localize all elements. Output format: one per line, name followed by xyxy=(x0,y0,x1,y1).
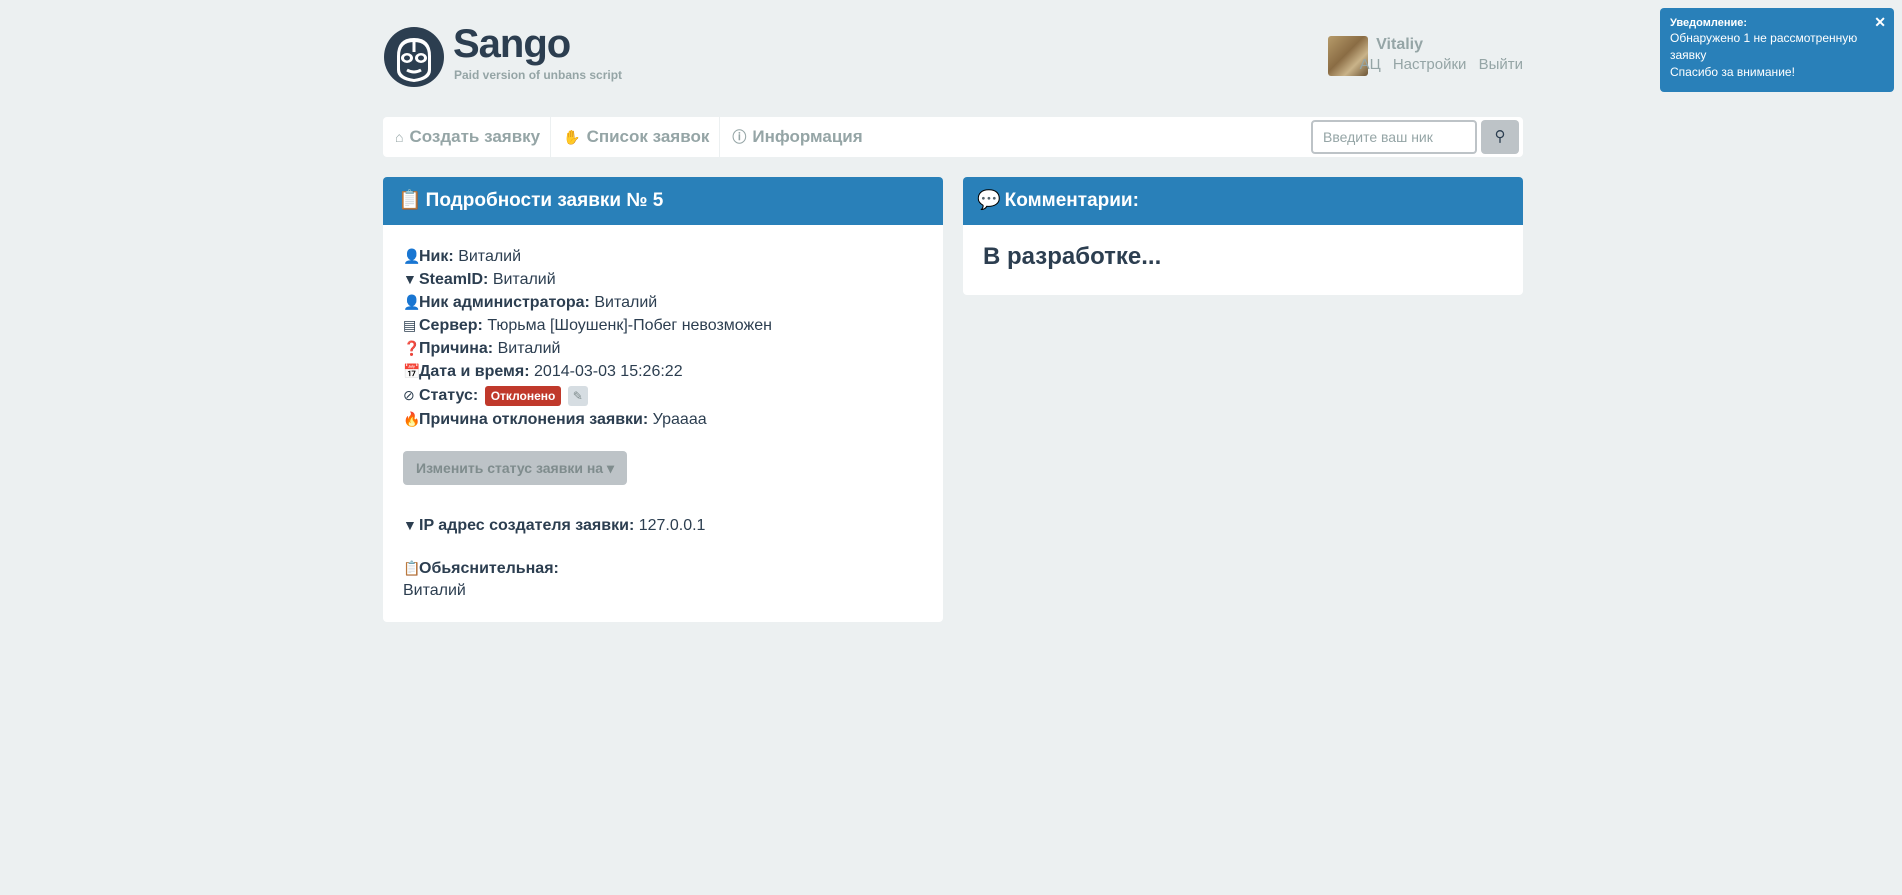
steamid-row: ▼ SteamID: Виталий xyxy=(403,268,923,291)
ip-value: 127.0.0.1 xyxy=(638,517,706,534)
server-icon: ▤ xyxy=(403,317,417,333)
search-button[interactable]: ⚲ xyxy=(1481,120,1519,154)
user-icon: 👤 xyxy=(403,248,421,264)
edit-status-button[interactable]: ✎ xyxy=(567,385,588,406)
request-details-body: 👤Ник: Виталий ▼ SteamID: Виталий 👤Ник адм… xyxy=(383,225,943,622)
nav-request-list-label: Список заявок xyxy=(586,127,710,146)
reject-reason-value: Урaaaa xyxy=(652,411,707,428)
reason-value: Виталий xyxy=(497,340,561,357)
username[interactable]: Vitaliy xyxy=(1376,36,1423,54)
filter-icon: ▼ xyxy=(403,271,417,287)
server-value: Тюрьма [Шоушенк]-Побег невозможен xyxy=(487,317,772,334)
admin-row: 👤Ник администратора: Виталий xyxy=(403,291,923,314)
admin-label: Ник администратора: xyxy=(419,294,590,311)
search-icon: ⚲ xyxy=(1494,128,1506,145)
settings-link[interactable]: Настройки xyxy=(1393,56,1467,73)
luchador-mask-logo-icon[interactable] xyxy=(383,26,445,88)
notification-thanks: Спасибо за внимание! xyxy=(1670,65,1795,79)
ip-row: ▼ IP адрес создателя заявки: 127.0.0.1 xyxy=(403,514,923,537)
status-label: Статус: xyxy=(419,387,479,404)
notification-message: Обнаружено 1 не рассмотренную заявку xyxy=(1670,31,1858,62)
nav-information-label: Информация xyxy=(752,127,863,146)
question-icon: ❓ xyxy=(403,340,421,356)
steamid-label: SteamID: xyxy=(419,271,489,288)
hand-icon: ✋ xyxy=(563,129,581,145)
change-status-dropdown[interactable]: Изменить статус заявки на ▾ xyxy=(403,451,627,485)
nick-row: 👤Ник: Виталий xyxy=(403,245,923,268)
nav-create-request[interactable]: ⌂ Создать заявку xyxy=(383,117,552,157)
admin-center-link[interactable]: АЦ xyxy=(1360,56,1381,73)
brand-name[interactable]: Sango xyxy=(453,22,571,67)
comment-icon: 💬 xyxy=(977,190,1001,211)
server-label: Сервер: xyxy=(419,317,483,334)
close-icon[interactable]: ✕ xyxy=(1874,14,1886,31)
notification-toast: ✕ Уведомление: Обнаружено 1 не рассмотре… xyxy=(1660,8,1894,92)
notification-title: Уведомление: xyxy=(1670,17,1747,29)
reason-row: ❓Причина: Виталий xyxy=(403,337,923,360)
fire-icon: 🔥 xyxy=(403,411,421,427)
nick-value: Виталий xyxy=(458,248,522,265)
clipboard-icon: 📋 xyxy=(398,190,422,211)
home-icon: ⌂ xyxy=(395,129,404,145)
clipboard-icon: 📋 xyxy=(403,560,421,576)
admin-value: Виталий xyxy=(594,294,658,311)
steamid-value: Виталий xyxy=(492,271,556,288)
date-row: 📅Дата и время: 2014-03-03 15:26:22 xyxy=(403,360,923,383)
request-details-title: Подробности заявки № 5 xyxy=(425,190,664,211)
edit-icon: ✎ xyxy=(572,388,583,403)
change-status-label: Изменить статус заявки на xyxy=(416,460,604,476)
status-row: ⊘ Статус: Отклонено ✎ xyxy=(403,383,923,408)
explanation-label: Обьяснительная: xyxy=(419,560,559,577)
ip-label: IP адрес создателя заявки: xyxy=(419,517,635,534)
main-navbar: ⌂ Создать заявку ✋ Список заявок ⓘ Информац… xyxy=(383,117,1523,157)
calendar-icon: 📅 xyxy=(403,363,421,379)
user-icon: 👤 xyxy=(403,294,421,310)
server-row: ▤ Сервер: Тюрьма [Шоушенк]-Побег невозмож… xyxy=(403,314,923,337)
date-value: 2014-03-03 15:26:22 xyxy=(534,363,683,380)
logout-link[interactable]: Выйти xyxy=(1479,56,1523,73)
user-block: Vitaliy АЦ Настройки Выйти xyxy=(1223,36,1523,78)
filter-icon: ▼ xyxy=(403,517,417,533)
comments-title: Комментарии: xyxy=(1004,190,1139,211)
comments-body: В разработке... xyxy=(983,243,1162,270)
request-details-panel: 📋 Подробности заявки № 5 👤Ник: Виталий ▼ S… xyxy=(383,177,943,622)
caret-down-icon: ▾ xyxy=(606,460,614,476)
reject-reason-row: 🔥Причина отклонения заявки: Урaaaa xyxy=(403,408,923,431)
info-icon: ⓘ xyxy=(732,129,747,145)
reason-label: Причина: xyxy=(419,340,494,357)
status-badge: Отклонено xyxy=(484,385,562,406)
date-label: Дата и время: xyxy=(419,363,530,380)
nick-search-input[interactable] xyxy=(1311,120,1477,154)
user-links: АЦ Настройки Выйти xyxy=(1352,56,1523,73)
comments-panel: 💬 Комментарии: В разработке... xyxy=(963,177,1523,295)
nav-create-request-label: Создать заявку xyxy=(409,127,541,146)
comments-header: 💬 Комментарии: xyxy=(963,177,1523,225)
request-details-header: 📋 Подробности заявки № 5 xyxy=(383,177,943,225)
nav-request-list[interactable]: ✋ Список заявок xyxy=(551,117,721,157)
ban-icon: ⊘ xyxy=(403,387,415,403)
nav-information[interactable]: ⓘ Информация xyxy=(720,117,872,157)
brand-tagline: Paid version of unbans script xyxy=(454,68,623,82)
explanation-value: Виталий xyxy=(403,582,466,599)
reject-reason-label: Причина отклонения заявки: xyxy=(419,411,649,428)
explanation-label-row: 📋Обьяснительная: xyxy=(403,557,923,580)
nick-label: Ник: xyxy=(419,248,454,265)
